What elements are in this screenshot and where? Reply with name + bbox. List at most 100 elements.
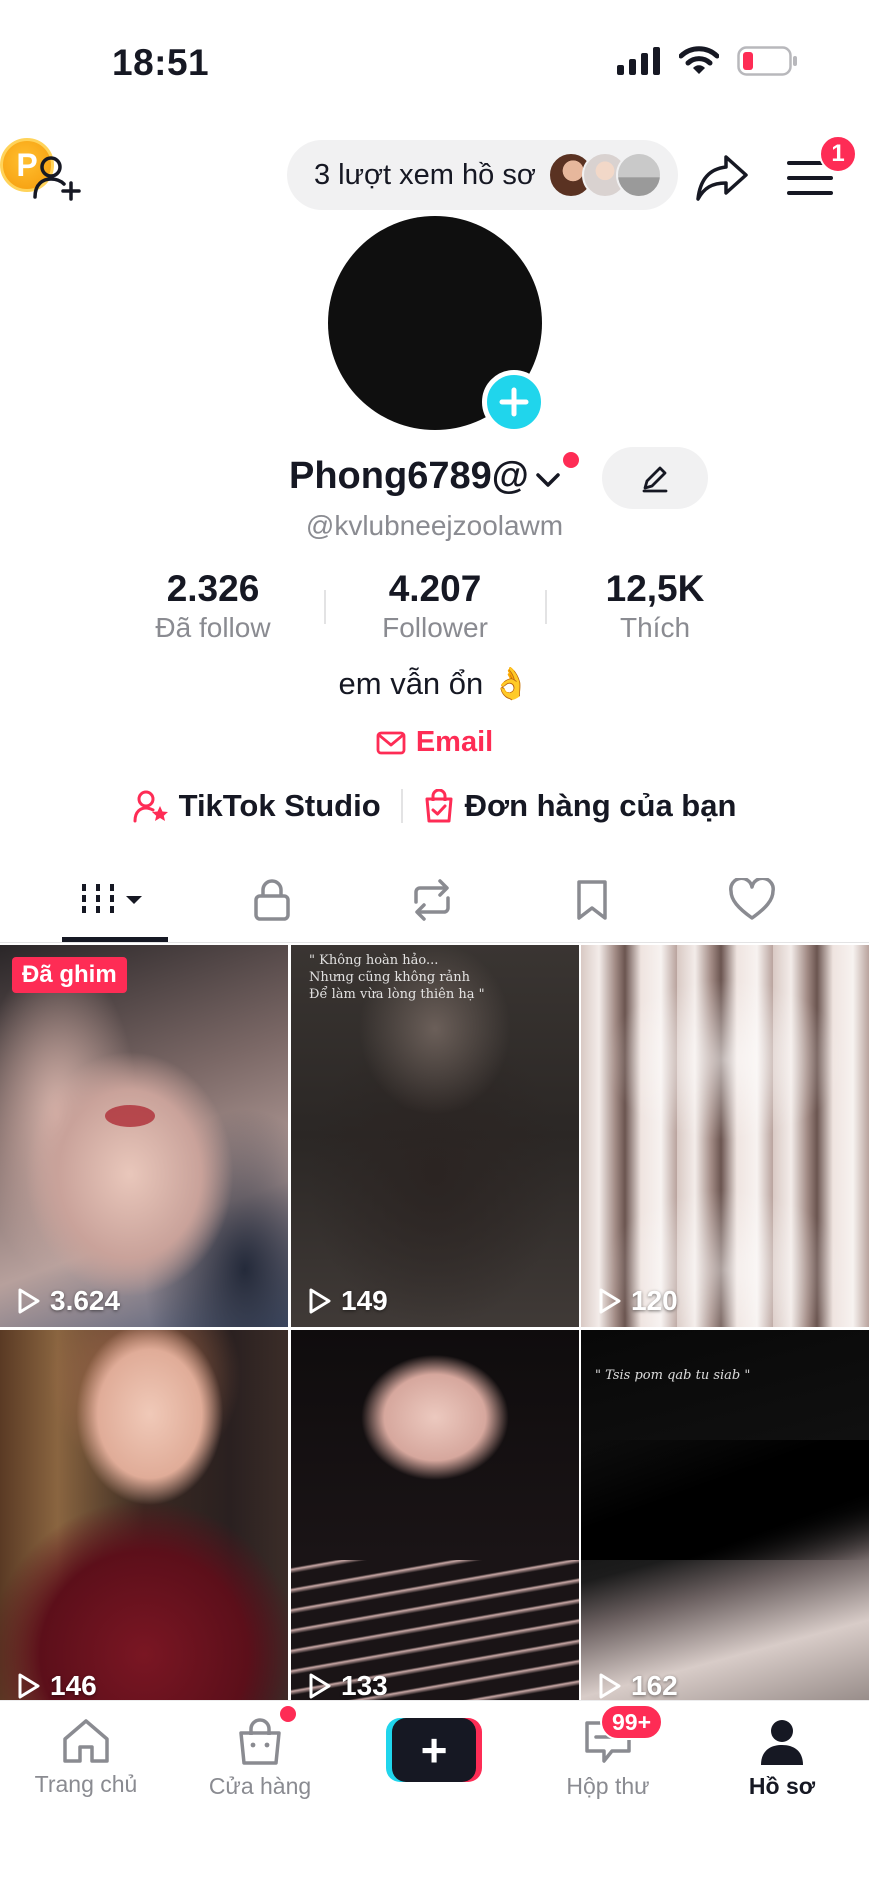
- stat-label: Đã follow: [155, 612, 271, 643]
- tab-videos[interactable]: [32, 865, 192, 935]
- battery-icon: [737, 46, 797, 76]
- profile-views-pill[interactable]: 3 lượt xem hồ sơ: [287, 140, 678, 210]
- add-friend-button[interactable]: [30, 150, 86, 206]
- pinned-badge: Đã ghim: [12, 957, 127, 993]
- tab-favorites[interactable]: [512, 865, 672, 935]
- play-icon: [309, 1288, 331, 1314]
- email-link[interactable]: Email: [0, 726, 869, 759]
- tab-reposts[interactable]: [352, 865, 512, 935]
- add-user-icon: [33, 156, 81, 201]
- video-tile[interactable]: Đã ghim 3.624: [0, 945, 288, 1327]
- profile-icon: [761, 1720, 803, 1765]
- plus-icon: [499, 387, 529, 417]
- shadow-band: [581, 1440, 869, 1560]
- create-plus: +: [420, 1724, 448, 1776]
- tiktok-studio-link[interactable]: TikTok Studio: [133, 788, 381, 824]
- video-caption: " Tsis pom qab tu siab ": [595, 1368, 751, 1383]
- play-icon: [18, 1288, 40, 1314]
- edit-profile-button[interactable]: [602, 447, 708, 509]
- stat-value: 12,5K: [605, 568, 705, 609]
- email-label: Email: [415, 726, 494, 758]
- view-count-value: 149: [341, 1285, 388, 1316]
- grid-icon: [82, 884, 142, 916]
- view-count: 146: [14, 1670, 97, 1702]
- wifi-icon: [679, 46, 719, 74]
- stat-likes[interactable]: 12,5K Thích: [555, 568, 755, 644]
- stat-divider: [324, 590, 326, 624]
- username: @kvlubneejzoolawm: [305, 510, 564, 541]
- nav-shop-label: Cửa hàng: [208, 1773, 312, 1799]
- active-tab-indicator: [62, 937, 168, 942]
- display-name: Phong6789@: [289, 455, 529, 497]
- orders-label: Đơn hàng của bạn: [464, 788, 737, 823]
- light-overlay: [581, 945, 869, 1327]
- tabs-divider: [0, 942, 869, 943]
- signal-icon: [617, 47, 660, 75]
- play-icon: [309, 1673, 331, 1699]
- pencil-icon: [642, 466, 668, 493]
- view-count: 120: [595, 1285, 678, 1317]
- lock-icon: [254, 879, 290, 921]
- top-bar: P 3 lượt xem hồ sơ: [0, 138, 869, 228]
- face-area: [291, 1330, 579, 1560]
- profile-views-text: 3 lượt xem hồ sơ: [314, 158, 536, 191]
- create-button[interactable]: +: [386, 1718, 482, 1782]
- heart-icon: [729, 878, 775, 920]
- mail-icon: [376, 731, 406, 754]
- view-count: 162: [595, 1670, 678, 1702]
- notification-dot: [563, 452, 579, 468]
- view-count: 3.624: [14, 1285, 120, 1317]
- menu-badge: 1: [819, 135, 857, 173]
- view-count: 149: [305, 1285, 388, 1317]
- repost-icon: [414, 879, 450, 921]
- nav-shop[interactable]: Cửa hàng: [185, 1717, 335, 1800]
- share-button[interactable]: [692, 148, 752, 208]
- stat-followers[interactable]: 4.207 Follower: [335, 568, 535, 644]
- status-bar: 18:51: [0, 0, 869, 110]
- chevron-down-icon: [536, 472, 560, 487]
- tiktok-studio-label: TikTok Studio: [178, 788, 381, 823]
- shopping-bag-icon: [425, 789, 453, 823]
- bio: em vẫn ổn 👌: [338, 666, 531, 701]
- viewer-avatar: [616, 152, 662, 198]
- nav-profile-label: Hồ sơ: [748, 1773, 816, 1799]
- nav-inbox-label: Hộp thư: [566, 1773, 650, 1799]
- stat-divider: [545, 590, 547, 624]
- lips-shape: [105, 1105, 155, 1127]
- shop-bag-icon: [239, 1718, 281, 1765]
- view-count-value: 162: [631, 1670, 678, 1701]
- content-tabs: [0, 865, 869, 945]
- tab-liked[interactable]: [672, 865, 832, 935]
- view-count: 133: [305, 1670, 388, 1702]
- stat-value: 4.207: [388, 568, 482, 609]
- play-icon: [599, 1673, 621, 1699]
- video-tile[interactable]: 133: [291, 1330, 579, 1712]
- bookmark-icon: [577, 880, 607, 920]
- add-avatar-button[interactable]: [482, 370, 546, 434]
- name-row[interactable]: Phong6789@: [289, 455, 561, 498]
- status-icons: [617, 46, 799, 76]
- view-count-value: 3.624: [50, 1285, 121, 1316]
- links-row: TikTok Studio Đơn hàng của bạn: [0, 788, 869, 824]
- view-count-value: 133: [341, 1670, 388, 1701]
- stat-label: Thích: [619, 612, 691, 643]
- nav-home-label: Trang chủ: [34, 1771, 138, 1797]
- video-tile[interactable]: 120: [581, 945, 869, 1327]
- nav-home[interactable]: Trang chủ: [11, 1717, 161, 1798]
- orders-link[interactable]: Đơn hàng của bạn: [423, 788, 737, 824]
- video-tile[interactable]: 146: [0, 1330, 288, 1712]
- stat-label: Follower: [382, 612, 488, 643]
- play-icon: [18, 1673, 40, 1699]
- home-icon: [63, 1719, 109, 1763]
- nav-profile[interactable]: Hồ sơ: [707, 1717, 857, 1800]
- stat-following[interactable]: 2.326 Đã follow: [113, 568, 313, 644]
- view-count-value: 120: [631, 1285, 678, 1316]
- shop-notification-dot: [280, 1706, 296, 1722]
- viewer-avatars: [548, 152, 662, 198]
- play-icon: [599, 1288, 621, 1314]
- video-tile[interactable]: " Không hoàn hảo... Nhưng cũng không rản…: [291, 945, 579, 1327]
- video-tile[interactable]: " Tsis pom qab tu siab " 162: [581, 1330, 869, 1712]
- create-button-face: +: [392, 1718, 476, 1782]
- tab-private[interactable]: [192, 865, 352, 935]
- stat-value: 2.326: [166, 568, 260, 609]
